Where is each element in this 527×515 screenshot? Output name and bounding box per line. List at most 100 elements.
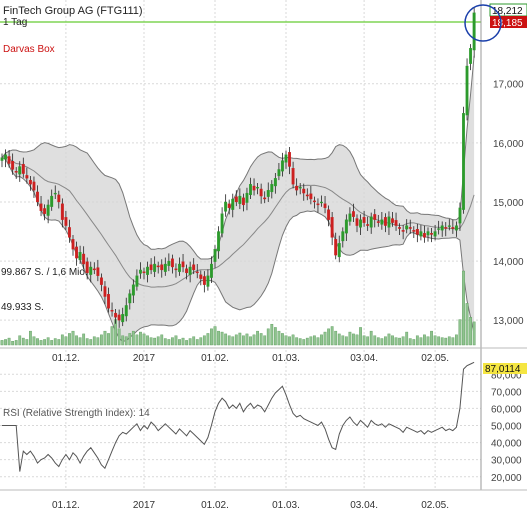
candle-body — [220, 213, 224, 234]
volume-bar — [273, 327, 277, 346]
volume-bar — [423, 334, 426, 346]
candle-body — [391, 218, 394, 223]
candle-body — [234, 196, 238, 203]
volume-bar — [18, 335, 22, 346]
volume-bar — [447, 336, 451, 346]
candle-body — [82, 253, 86, 265]
volume-bar — [465, 303, 469, 346]
volume-bar — [199, 337, 203, 346]
volume-bar — [458, 319, 462, 346]
volume-bar — [302, 339, 306, 346]
volume-bar — [64, 336, 68, 346]
candle-body — [284, 154, 288, 163]
candle-body — [305, 194, 309, 197]
volume-bar — [85, 338, 89, 346]
volume-bar — [394, 337, 398, 346]
candle-body — [405, 225, 409, 230]
candle-body — [138, 269, 142, 274]
candle-body — [366, 224, 370, 226]
price-tick-label: 14,000 — [493, 257, 524, 268]
candle-body — [167, 260, 171, 266]
volume-bar — [412, 339, 416, 346]
candle-body — [224, 201, 228, 212]
candle-body — [462, 113, 465, 210]
candle-body — [298, 187, 302, 189]
x-tick-label: 2017 — [133, 500, 156, 511]
candle-body — [25, 175, 29, 179]
volume-label-upper: 99.867 S. / 1,6 Mio. — [1, 267, 88, 278]
volume-bar — [355, 334, 359, 346]
candle-body — [341, 231, 345, 242]
price-tick-label: 13,000 — [493, 316, 524, 327]
volume-bar — [60, 334, 64, 346]
x-tick-label: 02.05. — [421, 500, 449, 511]
volume-bar — [462, 270, 465, 346]
volume-bar — [153, 337, 157, 346]
volume-bar — [50, 340, 54, 346]
volume-bar — [57, 339, 61, 346]
chart-title: FinTech Group AG (FTG111) — [3, 5, 143, 17]
candle-body — [213, 249, 217, 262]
volume-bar — [46, 337, 50, 346]
volume-bar — [7, 337, 11, 346]
candle-body — [64, 217, 68, 226]
candle-body — [39, 203, 43, 211]
candle-body — [36, 191, 39, 203]
candle-body — [68, 227, 71, 238]
volume-bar — [316, 337, 320, 346]
volume-bar — [284, 335, 288, 346]
volume-bar — [128, 333, 132, 346]
volume-bar — [39, 340, 43, 346]
volume-bar — [0, 340, 4, 346]
volume-bar — [96, 337, 100, 346]
candle-body — [185, 268, 189, 274]
candle-body — [408, 227, 412, 229]
price-tick-label: 17,000 — [493, 80, 524, 91]
volume-bar — [352, 333, 355, 346]
candle-body — [11, 161, 15, 170]
candle-body — [217, 231, 220, 252]
volume-bar — [224, 333, 228, 346]
volume-bar — [160, 334, 164, 346]
candle-body — [124, 305, 128, 317]
volume-bar — [103, 330, 107, 346]
candle-body — [376, 221, 380, 223]
candle-body — [344, 219, 348, 234]
candle-body — [252, 185, 256, 191]
candle-body — [14, 171, 18, 173]
candle-body — [163, 263, 167, 272]
x-tick-label: 03.04. — [350, 353, 378, 364]
candle-body — [415, 229, 419, 235]
candle-body — [412, 230, 416, 232]
candle-body — [89, 266, 93, 275]
candle-body — [146, 266, 149, 275]
candle-body — [103, 286, 107, 297]
candle-body — [7, 156, 11, 164]
chart-interval: 1 Tag — [3, 17, 27, 28]
candle-body — [28, 179, 32, 185]
volume-bar — [149, 337, 153, 346]
candle-body — [273, 178, 277, 187]
volume-bar — [391, 335, 394, 346]
volume-bar — [181, 337, 185, 346]
volume-bar — [344, 336, 348, 346]
volume-bar — [295, 337, 299, 346]
candle-body — [18, 166, 22, 175]
volume-bar — [220, 331, 224, 346]
rsi-tick-label: 20,000 — [491, 473, 522, 484]
volume-bar — [231, 336, 235, 346]
volume-bar — [210, 328, 213, 346]
volume-bar — [178, 339, 181, 346]
stock-chart: 13,000 14,000 15,000 16,000 17,000 20,000 30,0… — [0, 0, 527, 511]
candle-body — [348, 213, 352, 222]
candle-body — [380, 219, 384, 225]
volume-bar — [362, 335, 366, 346]
volume-bar — [92, 336, 96, 346]
volume-bar — [401, 336, 405, 346]
volume-bar — [14, 340, 18, 346]
volume-bar — [245, 333, 249, 346]
candle-body — [323, 203, 327, 209]
x-tick-label: 01.03. — [272, 353, 300, 364]
volume-bar — [440, 337, 444, 346]
candle-body — [227, 203, 231, 209]
